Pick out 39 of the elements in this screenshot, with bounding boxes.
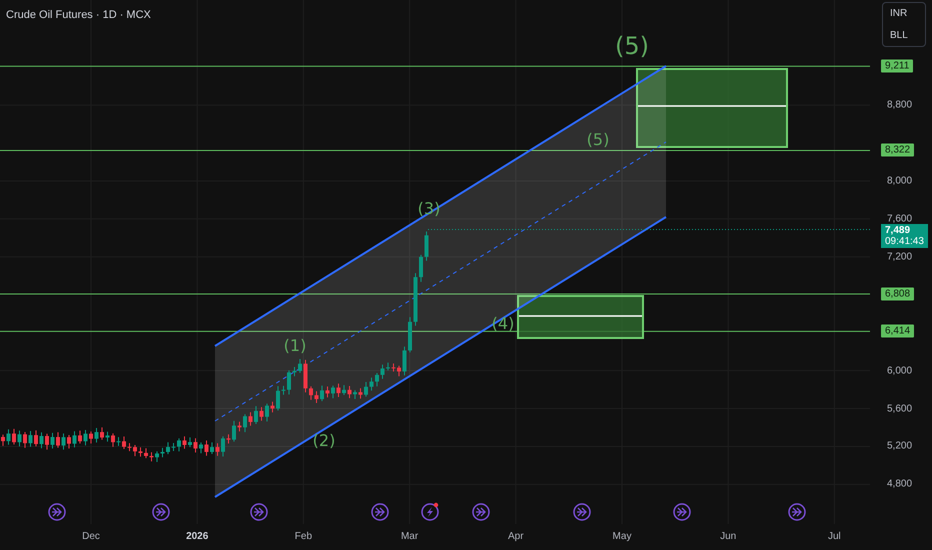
price-tick: 7,200 [887,251,912,262]
price-tick: 5,200 [887,440,912,452]
price-tick: 4,800 [887,478,912,490]
time-label: Dec [82,531,100,542]
price-tick: 6,000 [887,365,912,376]
time-label: 2026 [186,531,208,542]
arrow-circle-icon[interactable] [250,503,268,521]
arrow-circle-icon[interactable] [371,503,389,521]
arrow-circle-icon[interactable] [673,503,691,521]
wave-label: (3) [418,199,440,218]
lightning-icon[interactable] [421,502,439,521]
price-tick: 7,600 [887,213,912,224]
arrow-circle-icon[interactable] [48,503,66,521]
time-label: Mar [400,531,418,542]
level-price-label: 9,211 [881,60,914,73]
wave-label: (2) [312,431,336,450]
price-tick: 8,800 [887,100,912,111]
wave-label: (4) [492,314,514,333]
currency-toggle[interactable]: BLL [890,30,925,41]
time-label: Feb [294,531,312,542]
arrow-circle-icon[interactable] [788,503,806,521]
last-price-badge: 7,489 09:41:43 [881,224,928,248]
currency-toggle[interactable]: INR [890,8,925,20]
price-tick: 5,600 [887,403,912,414]
level-price-label: 6,414 [881,324,914,338]
wave-label: (5) [615,32,649,60]
arrow-circle-icon[interactable] [152,503,170,521]
time-label: Jul [828,531,841,542]
level-price-label: 6,808 [881,288,914,300]
arrow-circle-icon[interactable] [573,503,591,521]
level-price-label: 8,322 [881,144,914,157]
time-label: May [612,531,632,542]
price-tick: 8,000 [887,176,912,186]
wave-label: (5) [586,130,610,149]
time-label: Jun [720,531,736,542]
arrow-circle-icon[interactable] [472,503,490,521]
time-label: Apr [508,531,524,542]
chart-title: Crude Oil Futures · 1D · MCX [6,9,151,21]
wave-label: (1) [284,336,306,355]
